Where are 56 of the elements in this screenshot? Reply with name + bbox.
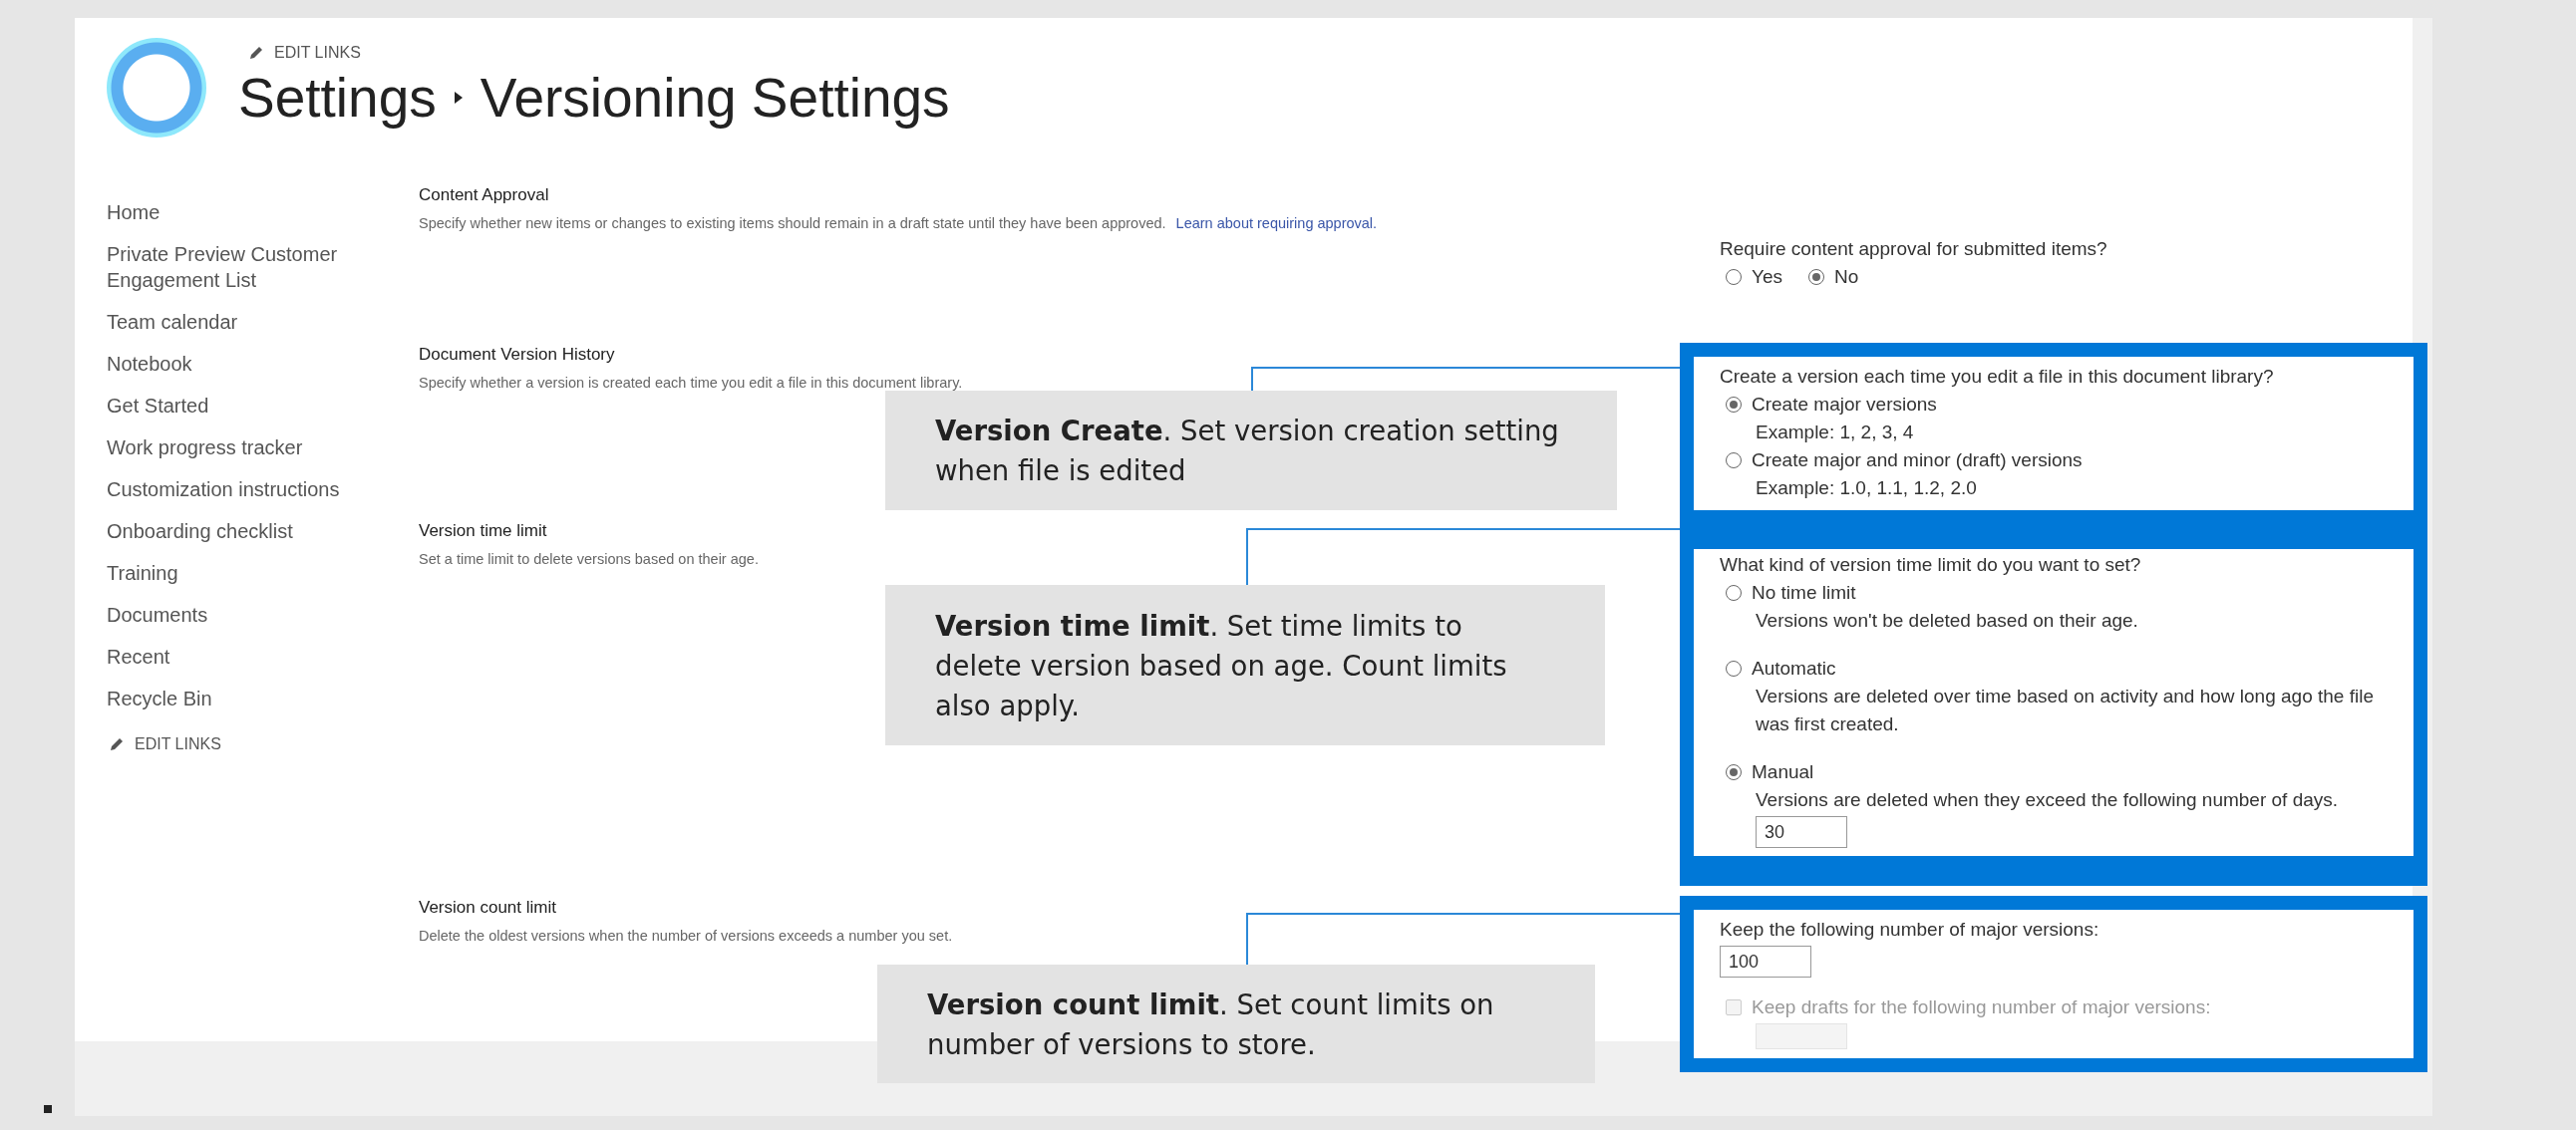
section-title: Document Version History [419,345,615,365]
option-label: Automatic [1752,657,1836,681]
section-description: Specify whether a version is created each time you edit a file in this document library. [419,375,963,391]
nav-link[interactable]: Onboarding checklist [107,510,356,552]
section-description: Specify whether new items or changes to existing items should remain in a draft state until they have been approved. Learn about requiring approval. [419,215,1378,231]
radio-button[interactable] [1726,397,1742,413]
nav-link[interactable]: Customization instructions [107,468,356,510]
radio-button[interactable] [1726,661,1742,677]
breadcrumb-link[interactable]: Settings [238,66,437,130]
chevron-icon [454,92,463,104]
checkbox-label: Keep drafts for the following number of major versions: [1752,995,2211,1019]
option-label: Yes [1752,265,1782,289]
callout-note: Version count limit. Set count limits on number of versions to store. [877,965,1595,1083]
section-title: Content Approval [419,185,549,205]
section-description: Delete the oldest versions when the number of versions exceeds a number you set. [419,928,953,944]
callout-note: Version Create. Set version creation setting when file is edited [885,391,1617,510]
pencil-icon [248,45,264,61]
option-label: No [1834,265,1859,289]
nav-link[interactable]: Get Started [107,385,356,426]
option-detail: Versions won't be deleted based on their age. [1756,609,2139,633]
question-label: Keep the following number of major versions: [1720,918,2100,942]
option-label: No time limit [1752,581,1856,605]
nav-link[interactable]: Recent [107,636,356,678]
edit-links-link[interactable]: EDIT LINKS [274,44,361,62]
question-label: Create a version each time you edit a file in this document library? [1720,365,2275,389]
question-label: What kind of version time limit do you want to set? [1720,553,2142,577]
page-title: Versioning Settings [480,66,950,130]
question-label: Require content approval for submitted items? [1720,237,2108,261]
radio-button[interactable] [1726,585,1742,601]
nav-link[interactable]: Private Preview Customer Engagement List [107,233,356,301]
radio-button[interactable] [1726,452,1742,468]
nav-link[interactable]: Documents [107,594,356,636]
nav-link[interactable]: Training [107,552,356,594]
versions-input-field[interactable]: 100 [1720,946,1811,978]
callout-note: Version time limit. Set time limits to delete version based on age. Count limits also apply. [885,585,1605,745]
pencil-icon [109,736,125,752]
option-detail: Versions are deleted over time based on activity and how long ago the file was first created. [1756,685,2375,736]
section-description: Set a time limit to delete versions based on their age. [419,551,759,567]
nav-link[interactable]: Notebook [107,343,356,385]
section-title: Version count limit [419,898,556,918]
option-detail: Example: 1.0, 1.1, 1.2, 2.0 [1756,476,1978,500]
option-label: Manual [1752,760,1814,784]
nav-link[interactable]: Work progress tracker [107,426,356,468]
edit-links-link[interactable]: EDIT LINKS [135,735,221,753]
section-title: Version time limit [419,521,547,541]
radio-button[interactable] [1726,764,1742,780]
help-link[interactable]: Learn about requiring approval. [1175,215,1378,231]
square-marker [44,1105,52,1113]
nav-link[interactable]: Recycle Bin [107,678,356,719]
nav-link[interactable]: Team calendar [107,301,356,343]
option-detail: Example: 1, 2, 3, 4 [1756,421,1915,444]
option-label: Create major versions [1752,393,1937,417]
option-detail: Versions are deleted when they exceed the following number of days. [1756,788,2340,812]
nav-link[interactable]: Home [107,191,356,233]
days-input-field[interactable]: 30 [1756,816,1847,848]
option-label: Create major and minor (draft) versions [1752,448,2083,472]
